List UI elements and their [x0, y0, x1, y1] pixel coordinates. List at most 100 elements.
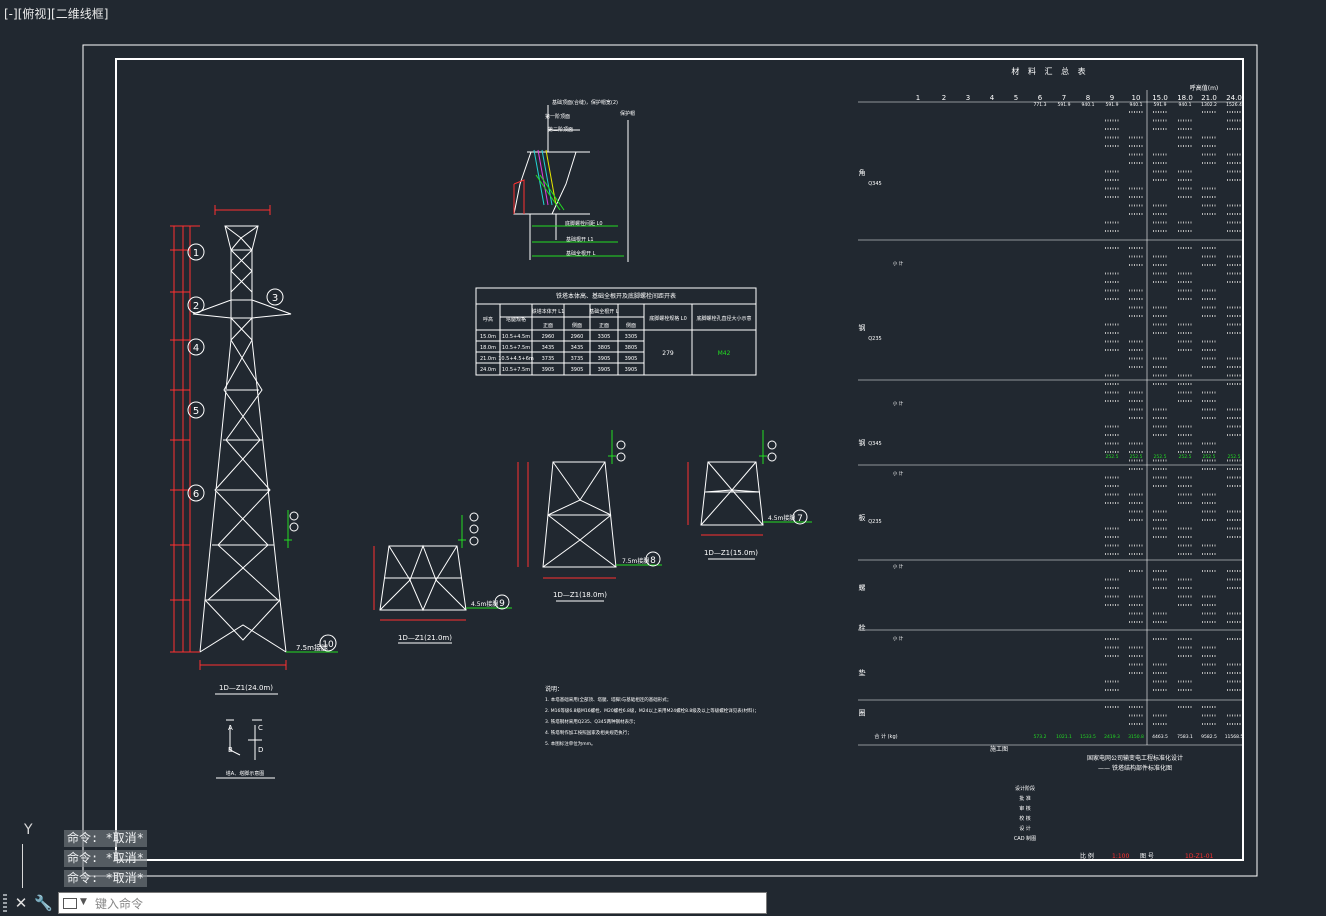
- foundation-table-cell: 24.0m: [480, 367, 496, 373]
- title-block-label: 设 计: [1019, 825, 1031, 832]
- material-table-header: 2: [942, 94, 946, 102]
- material-table-header: 9: [1110, 94, 1114, 102]
- material-table-header: 18.0: [1177, 94, 1193, 102]
- drawing-canvas[interactable]: 1 2 3 4 5 6 10 7.5m接腿 1D—Z1(24.0m) 4.5m接…: [0, 0, 1326, 890]
- notes-title: 说明：: [545, 685, 563, 693]
- tower-21m-caption: 1D—Z1(21.0m): [398, 634, 452, 642]
- material-cell-total: 2419.3: [1104, 734, 1120, 740]
- note-item: 3. 铁塔钢材采用Q235、Q345两种钢材表示；: [545, 718, 638, 725]
- wrench-icon[interactable]: 🔧: [34, 893, 53, 913]
- notes-list: 1. 本塔基础采用(全部顶、塔腿、塔脚)与基础相连的基础形式； 2. M16等级6…: [545, 696, 759, 747]
- foundation-table-cell: 21.0m: [480, 356, 496, 362]
- material-table-header: 8: [1086, 94, 1090, 102]
- svg-text:1:100: 1:100: [1112, 853, 1129, 860]
- material-cell-green: 252.5: [1154, 454, 1167, 460]
- svg-text:第二阶顶面: 第二阶顶面: [548, 126, 573, 133]
- company-line2: —— 铁塔结构部件标准化图: [1098, 764, 1172, 772]
- material-cell-total: 1021.1: [1056, 734, 1072, 740]
- title-block-label: 校 核: [1019, 815, 1031, 822]
- close-icon[interactable]: ✕: [12, 893, 30, 913]
- svg-text:7: 7: [797, 514, 803, 524]
- material-table-title: 材 料 汇 总 表: [1011, 66, 1088, 76]
- svg-text:1: 1: [193, 248, 199, 259]
- material-table-header: 10: [1132, 94, 1141, 102]
- material-cell-green: 252.5: [1106, 454, 1119, 460]
- svg-text:底脚螺栓规格 L0: 底脚螺栓规格 L0: [649, 315, 687, 322]
- foundation-table-cell: 3305: [598, 334, 611, 340]
- title-block: 设计阶段批 准审 核校 核设 计 CAD 制图: [1014, 785, 1036, 842]
- svg-text:比 例: 比 例: [1080, 852, 1094, 860]
- foundation-table-title: 铁塔本体高、基础全根开及底脚螺栓间距开表: [556, 292, 676, 300]
- material-grade-label: Q235: [868, 519, 881, 525]
- material-cell-green: 252.5: [1228, 454, 1241, 460]
- svg-text:7.5m接腿: 7.5m接腿: [296, 643, 328, 652]
- svg-text:279: 279: [662, 350, 674, 357]
- material-table-header: 15.0: [1152, 94, 1168, 102]
- note-item: 4. 铁塔制作加工按照国家及相关规范执行；: [545, 729, 632, 736]
- foundation-table-cell: 10.5+7.5m: [502, 345, 530, 351]
- material-section-label: 角: [859, 168, 866, 177]
- foundation-table-cell: 3735: [542, 356, 555, 362]
- paper-inner-frame: [115, 58, 1244, 861]
- material-cell-green: 252.5: [1130, 454, 1143, 460]
- tower-18m[interactable]: [542, 461, 617, 568]
- foundation-table-cell: 3305: [625, 334, 638, 340]
- svg-text:基础根开 L1: 基础根开 L1: [566, 236, 594, 243]
- tower-15m[interactable]: [700, 461, 764, 526]
- title-block-label: 审 核: [1019, 805, 1031, 812]
- material-grade-label: Q345: [868, 181, 881, 187]
- foundation-table-cell: 10.5+4.5+6m: [498, 356, 534, 362]
- material-cell-green: 252.5: [1179, 454, 1192, 460]
- material-cell: 591.9: [1058, 102, 1071, 108]
- svg-text:铁塔本体开 L1: 铁塔本体开 L1: [532, 308, 565, 315]
- material-section-label: 圈: [859, 709, 866, 717]
- material-cell-total: 9582.5: [1201, 734, 1217, 740]
- material-table-header: 5: [1014, 94, 1018, 102]
- note-item: 1. 本塔基础采用(全部顶、塔腿、塔脚)与基础相连的基础形式；: [545, 696, 671, 703]
- material-grade-label: Q235: [868, 336, 881, 342]
- svg-text:7.5m接腿: 7.5m接腿: [622, 557, 649, 565]
- foundation-table-cell: 3905: [542, 367, 555, 373]
- command-prompt-icon[interactable]: [63, 898, 77, 909]
- material-section-label: 钢: [859, 323, 866, 332]
- foundation-table-cell: 10.5+7.5m: [502, 367, 530, 373]
- material-cell: 1302.2: [1201, 102, 1217, 108]
- svg-text:第一阶顶面: 第一阶顶面: [545, 113, 570, 120]
- material-table-body: 771.3 591.9 940.1 591.9 940.1 591.9 940.1 1302.…: [893, 102, 1244, 740]
- svg-text:底脚螺栓孔直径大小示意: 底脚螺栓孔直径大小示意: [696, 315, 751, 322]
- foundation-table-rows: 15.0m 10.5+4.5m 2960 2960 3305 330518.0m 10.5+…: [480, 334, 637, 373]
- material-table-header: 3: [966, 94, 970, 102]
- material-table-header: 1: [916, 94, 920, 102]
- svg-text:9: 9: [499, 599, 505, 609]
- svg-text:5: 5: [193, 406, 199, 417]
- ucs-y-axis: [22, 844, 23, 888]
- command-input[interactable]: [93, 894, 757, 914]
- foundation-table-cell: 3805: [625, 345, 638, 351]
- tower-main[interactable]: [192, 225, 292, 653]
- svg-text:底脚螺栓间距 L0: 底脚螺栓间距 L0: [565, 220, 603, 227]
- material-section-label: 垫: [859, 668, 866, 677]
- foundation-table-cell: 2960: [542, 334, 555, 340]
- foundation-table-cell: 3805: [598, 345, 611, 351]
- svg-text:C: C: [258, 724, 263, 732]
- foundation-table-cell: 3905: [625, 367, 638, 373]
- tower-main-caption: 1D—Z1(24.0m): [219, 684, 273, 692]
- material-subtotal-label: 小 计: [893, 635, 904, 642]
- material-subtotal-label: 小 计: [893, 400, 904, 407]
- material-cell: 1526.4: [1226, 102, 1242, 108]
- tower-21m[interactable]: [379, 544, 467, 612]
- command-bar-grip[interactable]: [3, 894, 7, 912]
- svg-text:8: 8: [650, 556, 656, 566]
- note-item: 2. M16等级6.8级M16螺栓、M20螺栓6.8级，M24以上采用M24螺栓…: [545, 707, 759, 714]
- material-cell-total: 7583.1: [1177, 734, 1193, 740]
- material-subtotal-label: 小 计: [893, 563, 904, 570]
- material-section-label: 板: [859, 513, 866, 522]
- material-cell-total: 1533.5: [1080, 734, 1096, 740]
- material-section-label: 螺: [859, 583, 866, 592]
- svg-text:呼高值(m): 呼高值(m): [1190, 84, 1219, 92]
- material-table-header: 24.0: [1226, 94, 1242, 102]
- material-table-header: 6: [1038, 94, 1043, 102]
- chevron-down-icon[interactable]: ▼: [80, 897, 87, 907]
- svg-text:A: A: [228, 724, 233, 732]
- material-cell-total: 573.2: [1034, 734, 1047, 740]
